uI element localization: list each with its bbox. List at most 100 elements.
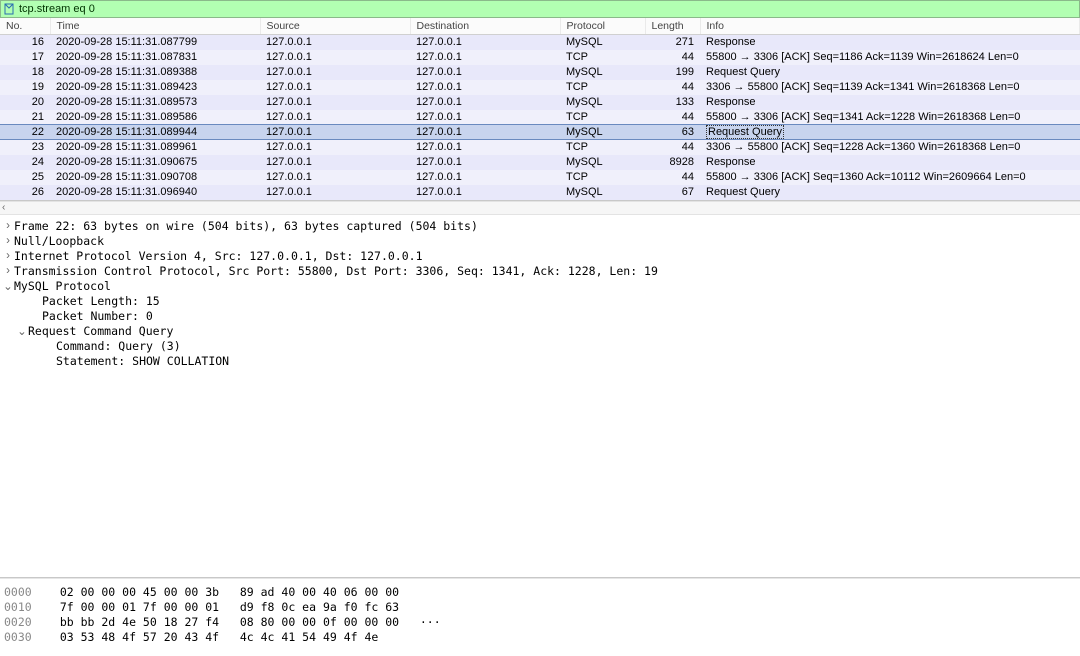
tree-row[interactable]: ⌄MySQL Protocol [2,279,1078,294]
tree-row[interactable]: ›Transmission Control Protocol, Src Port… [2,264,1078,279]
hex-bytes: 02 00 00 00 45 00 00 3b 89 ad 40 00 40 0… [46,585,420,599]
packet-bytes-pane[interactable]: 0000 02 00 00 00 45 00 00 3b 89 ad 40 00… [0,578,1080,656]
cell-time: 2020-09-28 15:11:31.089388 [50,65,260,80]
tree-label: Internet Protocol Version 4, Src: 127.0.… [14,249,423,263]
expand-icon[interactable]: ⌄ [2,279,14,293]
cell-info: Request Query [700,125,1080,140]
cell-destination: 127.0.0.1 [410,50,560,65]
table-row[interactable]: 182020-09-28 15:11:31.089388127.0.0.1127… [0,65,1080,80]
table-row[interactable]: 242020-09-28 15:11:31.090675127.0.0.1127… [0,155,1080,170]
hex-bytes: bb bb 2d 4e 50 18 27 f4 08 80 00 00 0f 0… [46,615,441,629]
header-length[interactable]: Length [645,18,700,35]
tree-row[interactable]: Statement: SHOW COLLATION [2,354,1078,369]
header-info[interactable]: Info [700,18,1080,35]
pane-divider[interactable]: ‹ [0,201,1080,215]
cell-no: 25 [0,170,50,185]
expand-icon[interactable]: ⌄ [16,324,28,338]
table-row[interactable]: 262020-09-28 15:11:31.096940127.0.0.1127… [0,185,1080,200]
cell-no: 26 [0,185,50,200]
cell-source: 127.0.0.1 [260,125,410,140]
cell-no: 23 [0,140,50,155]
packet-details-pane[interactable]: ›Frame 22: 63 bytes on wire (504 bits), … [0,215,1080,579]
expand-icon[interactable]: › [2,235,14,247]
cell-protocol: MySQL [560,125,645,140]
cell-length: 271 [645,35,700,50]
cell-info: Response [700,155,1080,170]
cell-time: 2020-09-28 15:11:31.089423 [50,80,260,95]
cell-protocol: MySQL [560,155,645,170]
cell-time: 2020-09-28 15:11:31.096940 [50,185,260,200]
table-row[interactable]: 192020-09-28 15:11:31.089423127.0.0.1127… [0,80,1080,95]
tree-row[interactable]: ⌄Request Command Query [2,324,1078,339]
cell-no: 24 [0,155,50,170]
tree-label: Packet Length: 15 [42,294,160,308]
table-row[interactable]: 232020-09-28 15:11:31.089961127.0.0.1127… [0,140,1080,155]
cell-time: 2020-09-28 15:11:31.090675 [50,155,260,170]
tree-row[interactable]: ›Internet Protocol Version 4, Src: 127.0… [2,249,1078,264]
cell-info: Response [700,95,1080,110]
cell-info: 3306 → 55800 [ACK] Seq=1139 Ack=1341 Win… [700,80,1080,95]
header-destination[interactable]: Destination [410,18,560,35]
cell-no: 18 [0,65,50,80]
cell-no: 20 [0,95,50,110]
cell-source: 127.0.0.1 [260,170,410,185]
display-filter-input[interactable] [15,1,1077,17]
cell-no: 19 [0,80,50,95]
cell-source: 127.0.0.1 [260,185,410,200]
hex-bytes: 03 53 48 4f 57 20 43 4f 4c 4c 41 54 49 4… [46,630,420,644]
header-protocol[interactable]: Protocol [560,18,645,35]
cell-source: 127.0.0.1 [260,110,410,125]
cell-destination: 127.0.0.1 [410,35,560,50]
cell-destination: 127.0.0.1 [410,140,560,155]
tree-label: Command: Query (3) [56,339,181,353]
hex-row[interactable]: 0020 bb bb 2d 4e 50 18 27 f4 08 80 00 00… [4,615,1076,630]
tree-row[interactable]: Packet Number: 0 [2,309,1078,324]
table-row[interactable]: 172020-09-28 15:11:31.087831127.0.0.1127… [0,50,1080,65]
tree-row[interactable]: ›Frame 22: 63 bytes on wire (504 bits), … [2,219,1078,234]
tree-row[interactable]: Packet Length: 15 [2,294,1078,309]
tree-label: MySQL Protocol [14,279,111,293]
cell-source: 127.0.0.1 [260,80,410,95]
hex-row[interactable]: 0000 02 00 00 00 45 00 00 3b 89 ad 40 00… [4,585,1076,600]
table-row[interactable]: 202020-09-28 15:11:31.089573127.0.0.1127… [0,95,1080,110]
header-time[interactable]: Time [50,18,260,35]
table-row[interactable]: 212020-09-28 15:11:31.089586127.0.0.1127… [0,110,1080,125]
hex-row[interactable]: 0030 03 53 48 4f 57 20 43 4f 4c 4c 41 54… [4,630,1076,645]
cell-destination: 127.0.0.1 [410,170,560,185]
cell-time: 2020-09-28 15:11:31.089961 [50,140,260,155]
cell-no: 22 [0,125,50,140]
cell-destination: 127.0.0.1 [410,65,560,80]
hex-offset: 0020 [4,615,46,629]
bookmark-icon [3,3,15,15]
expand-icon[interactable]: › [2,220,14,232]
display-filter-bar[interactable] [0,0,1080,18]
cell-info: Request Query [700,65,1080,80]
packet-list-pane[interactable]: No. Time Source Destination Protocol Len… [0,18,1080,201]
cell-protocol: TCP [560,50,645,65]
hex-row[interactable]: 0010 7f 00 00 01 7f 00 00 01 d9 f8 0c ea… [4,600,1076,615]
tree-row[interactable]: ›Null/Loopback [2,234,1078,249]
cell-info: Response [700,35,1080,50]
table-row[interactable]: 222020-09-28 15:11:31.089944127.0.0.1127… [0,125,1080,140]
header-no[interactable]: No. [0,18,50,35]
cell-info: 3306 → 55800 [ACK] Seq=1228 Ack=1360 Win… [700,140,1080,155]
cell-destination: 127.0.0.1 [410,110,560,125]
cell-length: 44 [645,170,700,185]
packet-table[interactable]: No. Time Source Destination Protocol Len… [0,18,1080,200]
cell-time: 2020-09-28 15:11:31.089944 [50,125,260,140]
cell-time: 2020-09-28 15:11:31.087799 [50,35,260,50]
table-row[interactable]: 252020-09-28 15:11:31.090708127.0.0.1127… [0,170,1080,185]
expand-icon[interactable]: › [2,250,14,262]
table-row[interactable]: 162020-09-28 15:11:31.087799127.0.0.1127… [0,35,1080,50]
header-source[interactable]: Source [260,18,410,35]
cell-time: 2020-09-28 15:11:31.087831 [50,50,260,65]
cell-destination: 127.0.0.1 [410,95,560,110]
hex-offset: 0030 [4,630,46,644]
packet-header-row[interactable]: No. Time Source Destination Protocol Len… [0,18,1080,35]
cell-destination: 127.0.0.1 [410,155,560,170]
tree-row[interactable]: Command: Query (3) [2,339,1078,354]
cell-protocol: MySQL [560,35,645,50]
scroll-left-icon[interactable]: ‹ [2,202,5,213]
cell-length: 67 [645,185,700,200]
expand-icon[interactable]: › [2,265,14,277]
